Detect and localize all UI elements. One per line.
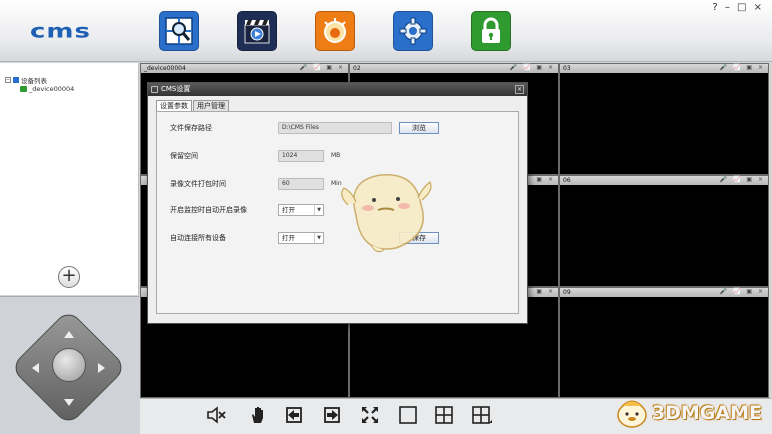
record-pack-time-label: 录像文件打包时间 bbox=[170, 180, 226, 188]
chevron-down-icon[interactable]: ▼ bbox=[314, 205, 323, 215]
collapse-icon[interactable]: − bbox=[5, 77, 11, 83]
auto-connect-label: 自动连接所有设备 bbox=[170, 234, 226, 242]
previous-page-icon[interactable] bbox=[283, 404, 305, 426]
preview-layout-button[interactable] bbox=[159, 11, 199, 51]
lock-button[interactable] bbox=[471, 11, 511, 51]
record-pack-time-field[interactable]: 60 bbox=[278, 178, 324, 190]
cell-controls[interactable]: 🎤 📈 ▣ × bbox=[510, 64, 555, 71]
add-device-button[interactable]: + bbox=[58, 266, 80, 288]
camera-icon bbox=[20, 86, 27, 92]
cell-controls[interactable]: 🎤 📈 ▣ × bbox=[720, 176, 765, 183]
tab-settings[interactable]: 设置参数 bbox=[156, 100, 192, 111]
app-icon bbox=[151, 86, 158, 93]
dialog-tabs: 设置参数 用户管理 bbox=[156, 100, 230, 111]
auto-record-select[interactable]: 打开 ▼ bbox=[278, 204, 324, 216]
cms-logo: cms bbox=[30, 20, 91, 43]
ptz-panel bbox=[0, 296, 139, 434]
settings-button[interactable] bbox=[393, 11, 433, 51]
next-page-icon[interactable] bbox=[321, 404, 343, 426]
auto-connect-value: 打开 bbox=[282, 234, 295, 242]
lock-icon bbox=[482, 17, 500, 43]
video-cell[interactable]: 06 🎤 📈 ▣ × bbox=[559, 175, 769, 287]
save-path-label: 文件保存路径 bbox=[170, 124, 212, 132]
browse-button[interactable]: 浏览 bbox=[399, 122, 439, 134]
tree-root-node[interactable]: − 设备列表 bbox=[5, 75, 47, 85]
cell-controls[interactable]: 🎤 📈 ▣ × bbox=[720, 288, 765, 295]
main-toolbar: cms ? – □ × bbox=[0, 0, 772, 62]
grid-search-icon bbox=[165, 17, 193, 45]
mascot-logo-icon bbox=[617, 400, 647, 428]
ptz-center-button[interactable] bbox=[52, 348, 86, 382]
tree-root-label: 设备列表 bbox=[21, 77, 47, 85]
tab-user-management[interactable]: 用户管理 bbox=[193, 100, 229, 111]
single-view-icon[interactable] bbox=[397, 404, 419, 426]
reserved-space-field[interactable]: 1024 bbox=[278, 150, 324, 162]
reserved-space-label: 保留空间 bbox=[170, 152, 198, 160]
fullscreen-icon[interactable] bbox=[359, 404, 381, 426]
video-cell[interactable]: 09 🎤 📈 ▣ × bbox=[559, 287, 769, 398]
clapperboard-icon bbox=[244, 20, 270, 44]
ptz-left-icon[interactable] bbox=[32, 363, 39, 373]
close-icon[interactable]: × bbox=[515, 85, 524, 94]
save-path-field[interactable]: D:\CMS Files bbox=[278, 122, 392, 134]
cell-controls[interactable]: 🎤 📈 ▣ × bbox=[300, 64, 345, 71]
tree-device-label: _device00004 bbox=[29, 85, 75, 93]
auto-record-label: 开启监控时自动开启录像 bbox=[170, 206, 247, 214]
tree-device-node[interactable]: _device00004 bbox=[20, 85, 74, 93]
device-list-icon bbox=[13, 77, 19, 83]
mute-icon[interactable] bbox=[205, 404, 227, 426]
watermark-text: 3DMGAME bbox=[651, 402, 762, 424]
alarm-button[interactable] bbox=[315, 11, 355, 51]
hand-icon[interactable] bbox=[247, 404, 269, 426]
auto-connect-select[interactable]: 打开 ▼ bbox=[278, 232, 324, 244]
gear-icon bbox=[399, 17, 427, 45]
mascot-illustration bbox=[341, 174, 432, 253]
auto-record-value: 打开 bbox=[282, 206, 295, 214]
reserved-space-unit: MB bbox=[331, 152, 341, 159]
ptz-right-icon[interactable] bbox=[98, 363, 105, 373]
chevron-down-icon[interactable]: ▼ bbox=[314, 233, 323, 243]
video-cell[interactable]: 03 🎤 📈 ▣ × bbox=[559, 63, 769, 175]
multi-view-icon[interactable] bbox=[471, 404, 493, 426]
dialog-title: CMS设置 bbox=[161, 85, 191, 93]
device-tree-panel: − 设备列表 _device00004 + bbox=[0, 63, 139, 295]
dialog-title-bar: CMS设置 × bbox=[148, 83, 527, 96]
watermark: 3DMGAME bbox=[614, 396, 762, 430]
quad-view-icon[interactable] bbox=[433, 404, 455, 426]
playback-button[interactable] bbox=[237, 11, 277, 51]
cell-controls[interactable]: ▣ × bbox=[536, 288, 555, 295]
ptz-up-icon[interactable] bbox=[64, 331, 74, 338]
cell-controls[interactable]: ▣ × bbox=[536, 176, 555, 183]
ptz-down-icon[interactable] bbox=[64, 399, 74, 406]
alarm-icon bbox=[324, 18, 346, 43]
cell-controls[interactable]: 🎤 📈 ▣ × bbox=[720, 64, 765, 71]
window-controls[interactable]: ? – □ × bbox=[712, 2, 764, 13]
